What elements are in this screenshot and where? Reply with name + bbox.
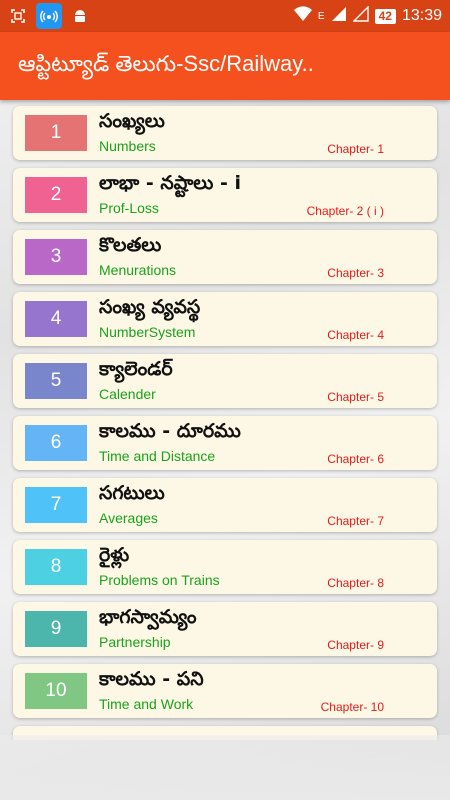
chapter-label: Chapter- 7 bbox=[327, 514, 384, 528]
chapter-title-english: Prof-Loss bbox=[99, 200, 159, 216]
system-status: E 42 13:39 bbox=[293, 5, 442, 26]
chapter-title-english: Time and Work bbox=[99, 696, 194, 712]
chapter-label: Chapter- 8 bbox=[327, 576, 384, 590]
battery-icon: 42 bbox=[374, 8, 396, 24]
chapter-title-telugu: కాలము - దూరము bbox=[99, 420, 241, 442]
chapter-number-badge: 5 bbox=[25, 363, 87, 399]
chapter-number-badge: 3 bbox=[25, 239, 87, 275]
chapter-number-badge: 1 bbox=[25, 115, 87, 151]
chapter-label: Chapter- 4 bbox=[327, 328, 384, 342]
clock: 13:39 bbox=[401, 7, 442, 24]
chapter-title-english: NumberSystem bbox=[99, 324, 196, 340]
chapter-card-7[interactable]: 7 సగటులు Averages Chapter- 7 bbox=[13, 478, 437, 532]
chapter-title-telugu: సగటులు bbox=[99, 482, 165, 504]
signal-icon bbox=[331, 6, 347, 26]
screenshot-icon bbox=[8, 6, 28, 26]
chapter-card-2[interactable]: 2 లాభా - నష్టాలు - i Prof-Loss Chapter- … bbox=[13, 168, 437, 222]
chapter-number-badge: 8 bbox=[25, 549, 87, 585]
chapter-card-8[interactable]: 8 రైళ్లు Problems on Trains Chapter- 8 bbox=[13, 540, 437, 594]
chapter-list[interactable]: 1 సంఖ్యలు Numbers Chapter- 1 2 లాభా - నష… bbox=[0, 100, 450, 740]
chapter-title-telugu: కొలతలు bbox=[99, 234, 162, 256]
chapter-title-telugu: క్యాలెండర్ bbox=[99, 358, 173, 380]
chapter-title-telugu: లాభా - నష్టాలు - i bbox=[99, 172, 241, 194]
chapter-number-badge: 7 bbox=[25, 487, 87, 523]
chapter-card-9[interactable]: 9 భాగస్వామ్యం Partnership Chapter- 9 bbox=[13, 602, 437, 656]
status-bar: E 42 13:39 bbox=[0, 0, 450, 32]
chapter-title-english: Problems on Trains bbox=[99, 572, 220, 588]
background-fade bbox=[0, 735, 450, 800]
chapter-title-telugu: కాలము - పని bbox=[99, 668, 204, 690]
chapter-title-english: Calender bbox=[99, 386, 156, 402]
android-icon bbox=[70, 6, 90, 26]
chapter-title-english: Averages bbox=[99, 510, 158, 526]
wifi-icon bbox=[293, 6, 312, 26]
chapter-title-telugu: సంఖ్యలు bbox=[99, 110, 165, 132]
app-title: ఆప్టిట్యూడ్ తెలుగు-Ssc/Railway.. bbox=[18, 50, 314, 76]
chapter-number-badge: 10 bbox=[25, 673, 87, 709]
chapter-number-badge: 9 bbox=[25, 611, 87, 647]
chapter-title-english: Time and Distance bbox=[99, 448, 216, 464]
chapter-title-telugu: భాగస్వామ్యం bbox=[99, 606, 197, 628]
chapter-label: Chapter- 3 bbox=[327, 266, 384, 280]
chapter-title-telugu: సంఖ్య వ్యవస్థ bbox=[99, 296, 201, 318]
app-bar: ఆప్టిట్యూడ్ తెలుగు-Ssc/Railway.. bbox=[0, 32, 450, 100]
notification-icons bbox=[8, 3, 90, 29]
chapter-label: Chapter- 9 bbox=[327, 638, 384, 652]
chapter-number-badge: 6 bbox=[25, 425, 87, 461]
chapter-label: Chapter- 1 bbox=[327, 142, 384, 156]
chapter-label: Chapter- 10 bbox=[320, 700, 384, 714]
hotspot-icon bbox=[36, 3, 62, 29]
signal-icon-2 bbox=[351, 5, 369, 26]
chapter-card-6[interactable]: 6 కాలము - దూరము Time and Distance Chapte… bbox=[13, 416, 437, 470]
chapter-card-4[interactable]: 4 సంఖ్య వ్యవస్థ NumberSystem Chapter- 4 bbox=[13, 292, 437, 346]
chapter-title-english: Numbers bbox=[99, 138, 156, 154]
chapter-label: Chapter- 6 bbox=[327, 452, 384, 466]
chapter-title-english: Menurations bbox=[99, 262, 177, 278]
chapter-card-10[interactable]: 10 కాలము - పని Time and Work Chapter- 10 bbox=[13, 664, 437, 718]
chapter-card-1[interactable]: 1 సంఖ్యలు Numbers Chapter- 1 bbox=[13, 106, 437, 160]
chapter-card-5[interactable]: 5 క్యాలెండర్ Calender Chapter- 5 bbox=[13, 354, 437, 408]
chapter-card-3[interactable]: 3 కొలతలు Menurations Chapter- 3 bbox=[13, 230, 437, 284]
chapter-number-badge: 4 bbox=[25, 301, 87, 337]
chapter-title-telugu: రైళ్లు bbox=[99, 544, 130, 566]
chapter-label: Chapter- 5 bbox=[327, 390, 384, 404]
chapter-label: Chapter- 2 ( i ) bbox=[306, 204, 384, 218]
chapter-number-badge: 2 bbox=[25, 177, 87, 213]
chapter-title-english: Partnership bbox=[99, 634, 171, 650]
network-type: E bbox=[317, 10, 325, 22]
